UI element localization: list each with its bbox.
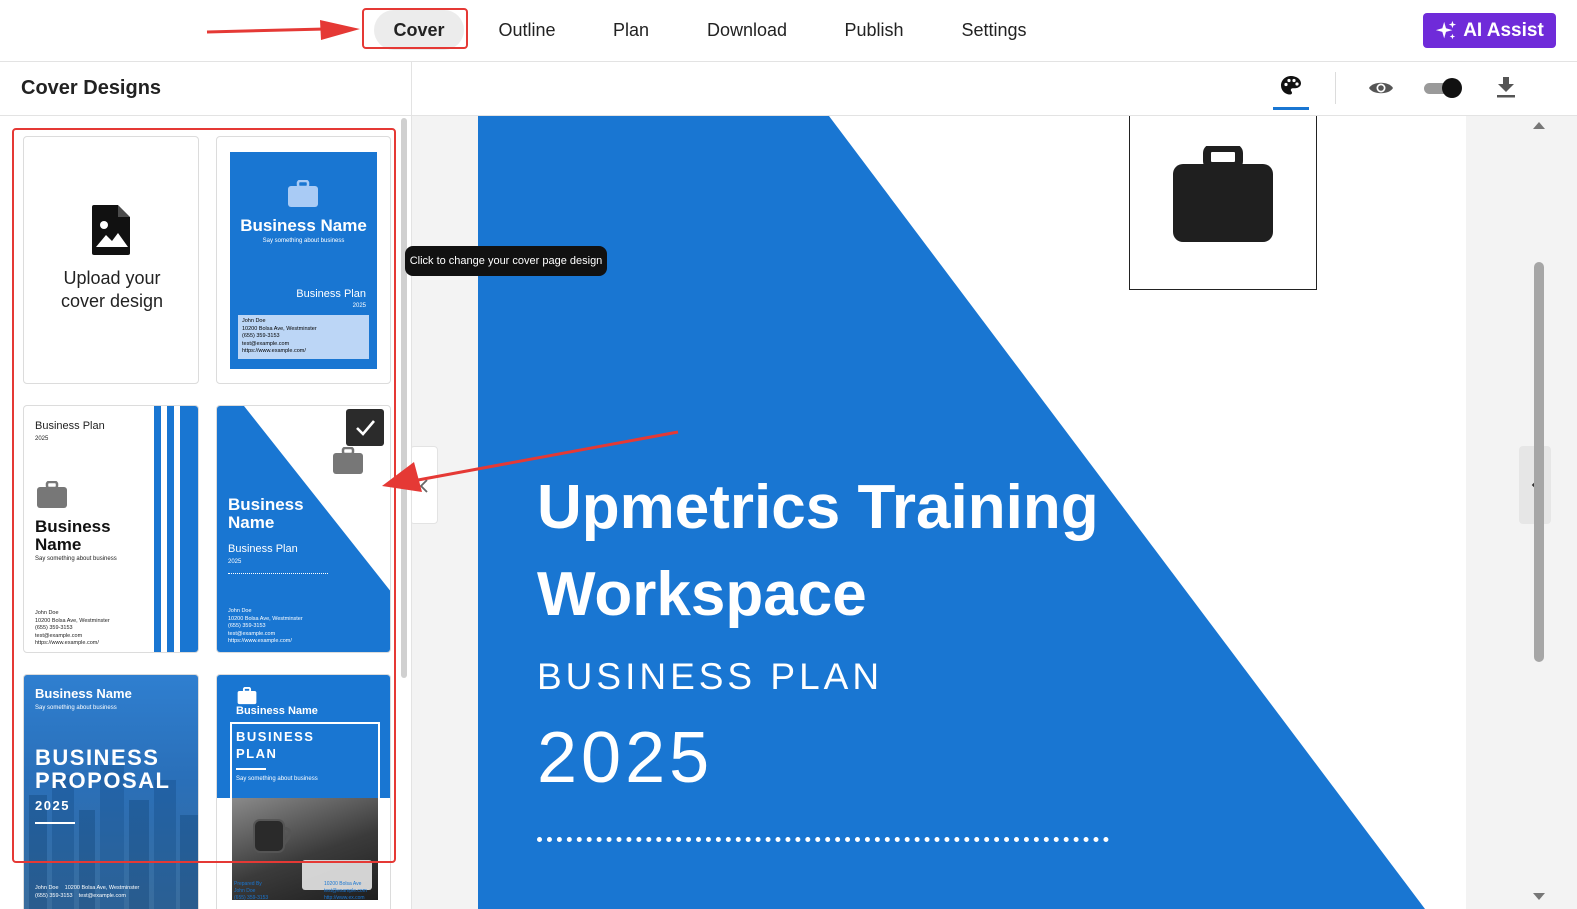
scroll-up-arrow-icon[interactable] [1532, 120, 1546, 130]
download-icon[interactable] [1496, 76, 1516, 98]
sidebar-scrollbar[interactable] [401, 118, 407, 678]
cover-dotted-rule [537, 837, 1109, 842]
d5-url: http://www.ex.com [324, 895, 365, 901]
tab-settings[interactable]: Settings [952, 10, 1036, 50]
palette-icon [1281, 76, 1301, 95]
palette-active-underline [1273, 107, 1309, 110]
annotation-arrow-to-cover-tab [206, 20, 360, 40]
d4-footer-email: test@example.com [78, 892, 126, 899]
cover-designs-sidebar: Cover Designs Upload your cover design B… [0, 62, 412, 909]
scroll-down-arrow-icon[interactable] [1532, 892, 1546, 902]
sidebar-header: Cover Designs [0, 62, 411, 116]
tab-outline[interactable]: Outline [487, 10, 567, 50]
cover-subtitle[interactable]: BUSINESS PLAN [537, 656, 883, 698]
d4-footer-phone: (655) 359-3153 [35, 892, 73, 899]
theme-palette-button[interactable] [1272, 72, 1310, 110]
ai-assist-label: AI Assist [1463, 19, 1544, 41]
d5-prepared-by: Prepared By [234, 881, 262, 887]
annotation-arrow-to-selected-design [382, 430, 679, 492]
cover-title-line2[interactable]: Workspace [537, 559, 867, 630]
cover-logo-frame [1129, 116, 1317, 290]
briefcase-icon [1173, 146, 1273, 242]
d5-footer-right: 10200 Bolsa Ave test@example.com http://… [324, 881, 367, 902]
sidebar-title: Cover Designs [21, 77, 162, 99]
d4-footer: John Doe 10200 Bolsa Ave, Westminster (6… [35, 885, 139, 900]
sparkle-icon [1436, 20, 1457, 39]
scrollbar-thumb[interactable] [1534, 262, 1544, 662]
toolbar-divider [1335, 72, 1336, 104]
d5-name: John Doe [234, 888, 256, 894]
ai-assist-button[interactable]: AI Assist [1423, 13, 1556, 48]
d5-phone: (655) 359-3153 [234, 895, 269, 901]
d5-email: test@example.com [324, 888, 367, 894]
tab-publish[interactable]: Publish [836, 10, 912, 50]
d5-address: 10200 Bolsa Ave [324, 881, 362, 887]
annotation-cover-tab-highlight [362, 8, 468, 49]
cover-year[interactable]: 2025 [537, 717, 713, 799]
cover-preview-canvas: Upmetrics Training Workspace BUSINESS PL… [412, 116, 1577, 909]
d5-footer-left: Prepared By John Doe (655) 359-3153 [234, 881, 268, 902]
preview-toggle[interactable] [1422, 78, 1462, 98]
tab-download[interactable]: Download [700, 10, 794, 50]
cover-design-tooltip: Click to change your cover page design [405, 246, 607, 276]
eye-icon[interactable] [1368, 79, 1394, 97]
editor-toolbar [412, 62, 1577, 116]
d4-footer-name: John Doe [35, 885, 59, 891]
tab-plan[interactable]: Plan [600, 10, 662, 50]
annotation-designs-highlight [12, 128, 396, 863]
cover-page[interactable]: Upmetrics Training Workspace BUSINESS PL… [478, 116, 1466, 909]
d4-footer-address: 10200 Bolsa Ave, Westminster [64, 885, 140, 891]
toggle-thumb [1442, 78, 1462, 98]
canvas-scrollbar[interactable] [1529, 116, 1549, 909]
